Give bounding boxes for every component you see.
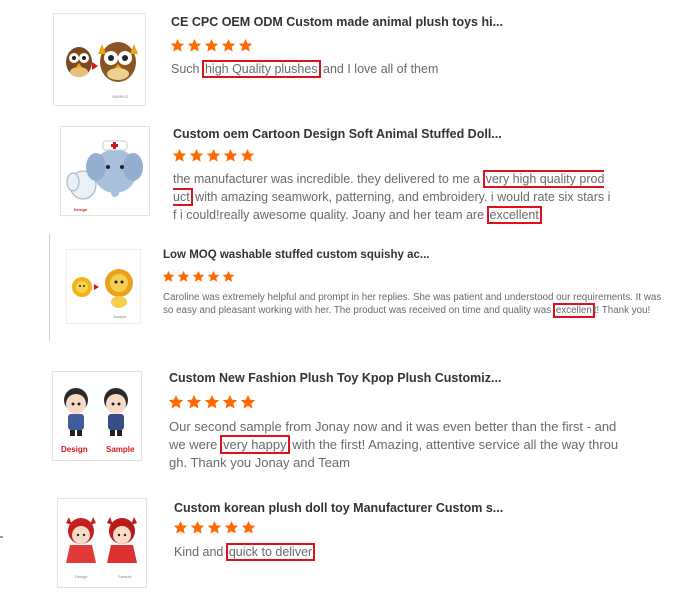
- star-icon: [189, 148, 204, 162]
- review-text: Our second sample from Jonay now and it …: [169, 418, 619, 472]
- star-icon: [240, 395, 256, 409]
- review-text-segment: t! Thank you!: [593, 305, 651, 316]
- star-icon: [223, 148, 238, 162]
- review-text-segment: and I love all of them: [319, 62, 439, 76]
- star-icon: [170, 38, 185, 52]
- star-icon: [207, 270, 220, 282]
- review-text-segment: with amazing seamwork, patterning, and e…: [173, 190, 611, 222]
- review-text-segment: Such: [171, 62, 203, 76]
- star-icon: [241, 520, 256, 534]
- review-text: Kind and quick to deliver: [174, 543, 474, 561]
- highlighted-phrase: high Quality plushes: [201, 60, 321, 78]
- elephant-plush-image: [66, 140, 143, 200]
- thumbnail-caption-design: Design: [61, 445, 88, 454]
- star-rating: [170, 38, 253, 53]
- star-icon: [221, 38, 236, 52]
- thumbnail-caption-design: Design: [75, 574, 88, 579]
- star-rating: [172, 148, 255, 163]
- star-icon: [186, 395, 202, 409]
- star-icon: [222, 395, 238, 409]
- product-thumbnail-4[interactable]: Design Sample: [52, 371, 142, 461]
- thumbnail-caption: Design: [74, 207, 88, 212]
- product-thumbnail-1[interactable]: SAMPLE: [53, 13, 146, 106]
- scroll-mark: [0, 536, 3, 538]
- product-thumbnail-5[interactable]: Design Sample: [57, 498, 147, 588]
- highlighted-phrase: quick to deliver: [225, 543, 316, 561]
- divider: [49, 234, 50, 341]
- product-title[interactable]: Low MOQ washable stuffed custom squishy …: [163, 249, 429, 261]
- korean-doll-image: [66, 517, 137, 563]
- star-icon: [238, 38, 253, 52]
- product-title[interactable]: CE CPC OEM ODM Custom made animal plush …: [171, 15, 503, 29]
- star-rating: [173, 520, 256, 535]
- star-icon: [204, 38, 219, 52]
- star-icon: [207, 520, 222, 534]
- star-icon: [173, 520, 188, 534]
- product-thumbnail-2[interactable]: Design: [60, 126, 150, 216]
- product-title[interactable]: Custom korean plush doll toy Manufacture…: [174, 501, 503, 515]
- star-icon: [162, 270, 175, 282]
- product-title[interactable]: Custom oem Cartoon Design Soft Animal St…: [173, 127, 502, 141]
- thumbnail-caption-sample: Sample: [118, 574, 132, 579]
- review-text-segment: Kind and: [174, 545, 227, 559]
- owl-plush-image: [66, 42, 138, 82]
- star-icon: [240, 148, 255, 162]
- thumbnail-caption-sample: Sample: [106, 445, 135, 454]
- star-icon: [224, 520, 239, 534]
- thumbnail-caption: Sample: [113, 314, 127, 319]
- review-text: the manufacturer was incredible. they de…: [173, 170, 611, 224]
- review-text-segment: the manufacturer was incredible. they de…: [173, 172, 484, 186]
- thumbnail-caption: SAMPLE: [112, 94, 129, 99]
- star-icon: [172, 148, 187, 162]
- star-icon: [187, 38, 202, 52]
- review-text: Caroline was extremely helpful and promp…: [163, 291, 663, 318]
- review-text: Such high Quality plushes and I love all…: [171, 60, 481, 78]
- star-rating: [162, 270, 235, 283]
- highlighted-phrase: very happy: [220, 435, 290, 454]
- highlighted-phrase: excellen: [552, 303, 595, 318]
- star-icon: [206, 148, 221, 162]
- highlighted-phrase: excellent: [486, 206, 542, 224]
- star-icon: [222, 270, 235, 282]
- lion-plush-image: [72, 269, 133, 308]
- star-icon: [190, 520, 205, 534]
- product-thumbnail-3[interactable]: Sample: [66, 249, 141, 324]
- star-icon: [168, 395, 184, 409]
- star-icon: [192, 270, 205, 282]
- product-title[interactable]: Custom New Fashion Plush Toy Kpop Plush …: [169, 371, 501, 385]
- star-icon: [204, 395, 220, 409]
- star-icon: [177, 270, 190, 282]
- star-rating: [168, 394, 256, 410]
